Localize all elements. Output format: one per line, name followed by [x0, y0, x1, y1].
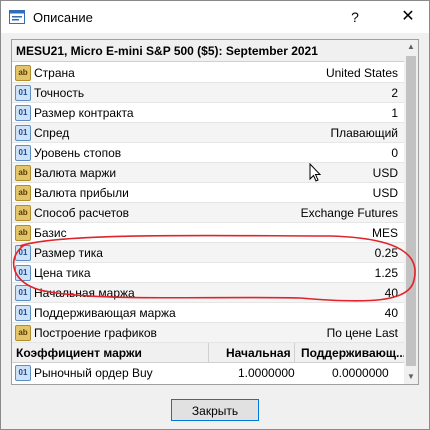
property-label: Спред — [34, 126, 70, 140]
property-row[interactable]: 01 Поддерживающая маржа 40 — [12, 303, 404, 323]
property-row[interactable]: 01 Спред Плавающий — [12, 123, 404, 143]
property-row[interactable]: ab Базис MES — [12, 223, 404, 243]
property-label: Размер тика — [34, 246, 103, 260]
mouse-cursor-icon — [309, 163, 322, 182]
property-row[interactable]: 01 Уровень стопов 0 — [12, 143, 404, 163]
maintenance-column-header[interactable]: Поддерживающ... — [301, 346, 406, 360]
text-type-icon: ab — [15, 185, 31, 201]
property-value: USD — [372, 186, 398, 200]
property-row[interactable]: ab Построение графиков По цене Last — [12, 323, 404, 343]
close-button[interactable]: Закрыть — [171, 399, 259, 421]
app-window-icon — [9, 10, 25, 24]
margin-coef-column-header[interactable]: Коэффициент маржи — [16, 346, 142, 360]
property-value: По цене Last — [326, 326, 398, 340]
property-row[interactable]: 01 Начальная маржа 40 — [12, 283, 404, 303]
property-row[interactable]: 01 Размер контракта 1 — [12, 103, 404, 123]
number-type-icon: 01 — [15, 105, 31, 121]
vertical-scrollbar[interactable]: ▲ ▼ — [404, 40, 418, 384]
property-row[interactable]: 01 Размер тика 0.25 — [12, 243, 404, 263]
margin-maintenance-value: 0.0000000 — [332, 366, 389, 380]
properties-panel: MESU21, Micro E-mini S&P 500 ($5): Septe… — [11, 39, 419, 385]
window-title: Описание — [33, 10, 93, 25]
property-label: Цена тика — [34, 266, 91, 280]
property-label: Способ расчетов — [34, 206, 130, 220]
property-value: MES — [371, 226, 398, 240]
property-row[interactable]: 01 Цена тика 1.25 — [12, 263, 404, 283]
property-value: 40 — [384, 306, 398, 320]
property-label: Валюта прибыли — [34, 186, 129, 200]
margin-row[interactable]: 01 Рыночный ордер Buy 1.0000000 0.000000… — [12, 363, 404, 383]
number-type-icon: 01 — [15, 285, 31, 301]
text-type-icon: ab — [15, 205, 31, 221]
property-row[interactable]: ab Способ расчетов Exchange Futures — [12, 203, 404, 223]
text-type-icon: ab — [15, 165, 31, 181]
title-bar[interactable]: Описание ? ✕ — [1, 1, 429, 33]
property-value: 2 — [391, 86, 398, 100]
initial-column-header[interactable]: Начальная — [226, 346, 291, 360]
property-row[interactable]: 01 Точность 2 — [12, 83, 404, 103]
column-divider[interactable] — [294, 343, 295, 363]
number-type-icon: 01 — [15, 145, 31, 161]
text-type-icon: ab — [15, 325, 31, 341]
number-type-icon: 01 — [15, 265, 31, 281]
property-value: USD — [372, 166, 398, 180]
column-divider[interactable] — [208, 343, 209, 363]
property-row[interactable]: ab Валюта прибыли USD — [12, 183, 404, 203]
close-icon[interactable]: ✕ — [393, 3, 423, 31]
property-label: Страна — [34, 66, 75, 80]
property-value: 1.25 — [374, 266, 398, 280]
number-type-icon: 01 — [15, 365, 31, 381]
property-label: Начальная маржа — [34, 286, 135, 300]
property-label: Базис — [34, 226, 67, 240]
property-value: Плавающий — [330, 126, 399, 140]
description-dialog: Описание ? ✕ MESU21, Micro E-mini S&P 50… — [0, 0, 430, 430]
text-type-icon: ab — [15, 65, 31, 81]
property-label: Валюта маржи — [34, 166, 117, 180]
help-button[interactable]: ? — [340, 3, 370, 31]
number-type-icon: 01 — [15, 85, 31, 101]
property-label: Уровень стопов — [34, 146, 122, 160]
property-row[interactable]: ab Страна United States — [12, 63, 404, 83]
property-value: Exchange Futures — [300, 206, 398, 220]
scrollbar-thumb[interactable] — [406, 56, 416, 366]
property-value: United States — [325, 66, 398, 80]
properties-list: ab Страна United States 01 Точность 2 01 Разм… — [12, 63, 406, 383]
property-label: Построение графиков — [34, 326, 157, 340]
symbol-header: MESU21, Micro E-mini S&P 500 ($5): Septe… — [12, 40, 404, 62]
property-value: 0.25 — [374, 246, 398, 260]
property-row[interactable]: ab Валюта маржи USD — [12, 163, 404, 183]
margin-initial-value: 1.0000000 — [238, 366, 295, 380]
number-type-icon: 01 — [15, 305, 31, 321]
property-label: Точность — [34, 86, 85, 100]
number-type-icon: 01 — [15, 125, 31, 141]
property-label: Размер контракта — [34, 106, 134, 120]
margin-row-label: Рыночный ордер Buy — [34, 366, 153, 380]
property-value: 1 — [391, 106, 398, 120]
scroll-down-icon[interactable]: ▼ — [404, 370, 418, 384]
property-label: Поддерживающая маржа — [34, 306, 176, 320]
property-value: 0 — [391, 146, 398, 160]
text-type-icon: ab — [15, 225, 31, 241]
property-value: 40 — [384, 286, 398, 300]
margin-table-header: Коэффициент маржи Начальная Поддерживающ… — [12, 343, 406, 363]
scroll-up-icon[interactable]: ▲ — [404, 40, 418, 54]
number-type-icon: 01 — [15, 245, 31, 261]
